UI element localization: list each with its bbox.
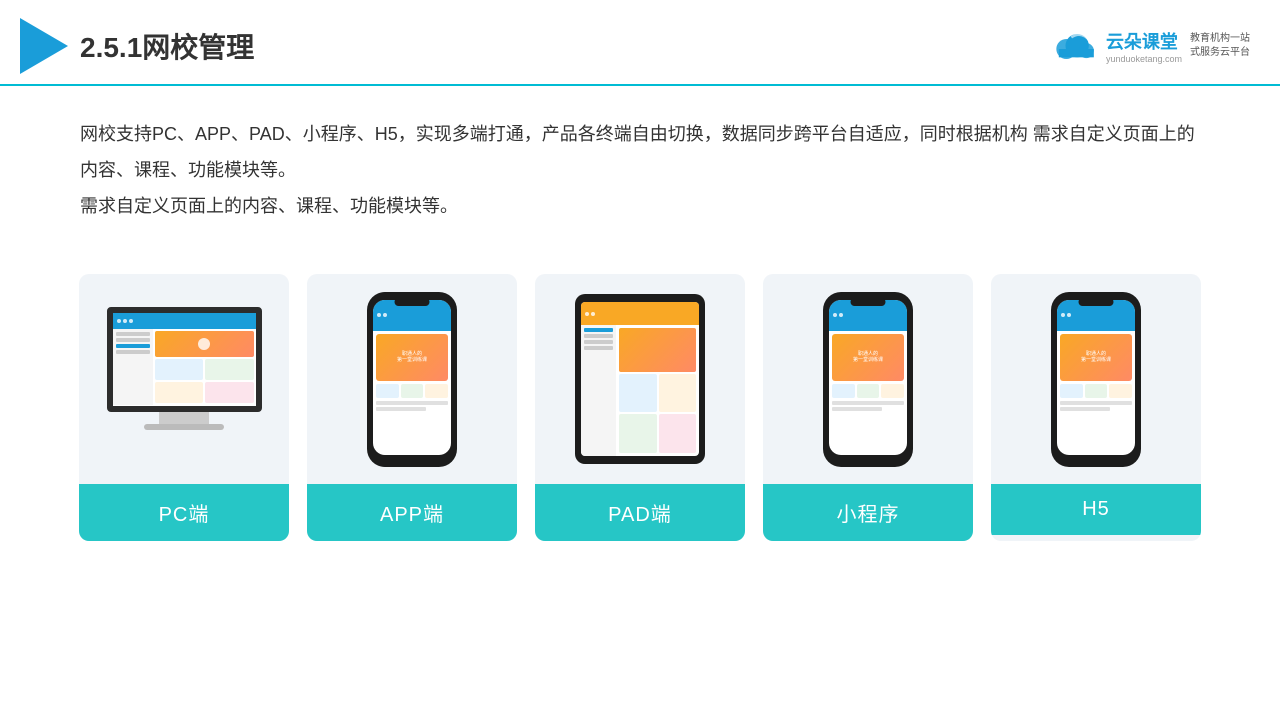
card-h5-label: H5	[991, 484, 1201, 535]
phone-device-miniprogram: 职通人的第一堂训练课	[823, 292, 913, 467]
logo-triangle-icon	[20, 18, 68, 74]
monitor-device	[99, 307, 269, 452]
brand-slogan: 教育机构一站式服务云平台	[1190, 32, 1250, 60]
page-header: 2.5.1网校管理 云朵课堂 yunduoketang.com 教育机构一站式服…	[0, 0, 1280, 86]
phone-device-h5: 职通人的第一堂训练课	[1051, 292, 1141, 467]
phone-device-app: 职通人的第一堂训练课	[367, 292, 457, 467]
phone-screen-app: 职通人的第一堂训练课	[373, 300, 451, 455]
header-left: 2.5.1网校管理	[20, 18, 254, 74]
card-app-label: APP端	[307, 484, 517, 541]
card-pc-image	[79, 274, 289, 484]
card-miniprogram: 职通人的第一堂训练课	[763, 274, 973, 541]
phone-notch-mini	[851, 298, 886, 306]
device-cards-container: PC端 职通人的第一堂训练课	[0, 244, 1280, 541]
card-h5: 职通人的第一堂训练课	[991, 274, 1201, 541]
phone-notch-h5	[1079, 298, 1114, 306]
header-right: 云朵课堂 yunduoketang.com 教育机构一站式服务云平台	[1048, 28, 1250, 64]
brand-url: yunduoketang.com	[1106, 54, 1182, 64]
card-miniprogram-label: 小程序	[763, 484, 973, 541]
card-app-image: 职通人的第一堂训练课	[307, 274, 517, 484]
card-h5-image: 职通人的第一堂训练课	[991, 274, 1201, 484]
card-pc-label: PC端	[79, 484, 289, 541]
phone-notch	[395, 298, 430, 306]
monitor-screen	[107, 307, 262, 412]
tablet-device	[575, 294, 705, 464]
card-pad: PAD端	[535, 274, 745, 541]
card-pc: PC端	[79, 274, 289, 541]
tablet-screen	[581, 302, 699, 456]
brand-text: 云朵课堂 yunduoketang.com	[1106, 28, 1182, 64]
cloud-icon	[1048, 29, 1098, 64]
phone-screen-h5: 职通人的第一堂训练课	[1057, 300, 1135, 455]
brand-logo	[1048, 29, 1098, 64]
card-app: 职通人的第一堂训练课	[307, 274, 517, 541]
card-pad-label: PAD端	[535, 484, 745, 541]
description-text: 网校支持PC、APP、PAD、小程序、H5，实现多端打通，产品各终端自由切换，数…	[0, 86, 1280, 234]
phone-screen-mini: 职通人的第一堂训练课	[829, 300, 907, 455]
brand-name: 云朵课堂	[1106, 28, 1178, 54]
page-title: 2.5.1网校管理	[80, 26, 254, 66]
card-miniprogram-image: 职通人的第一堂训练课	[763, 274, 973, 484]
card-pad-image	[535, 274, 745, 484]
